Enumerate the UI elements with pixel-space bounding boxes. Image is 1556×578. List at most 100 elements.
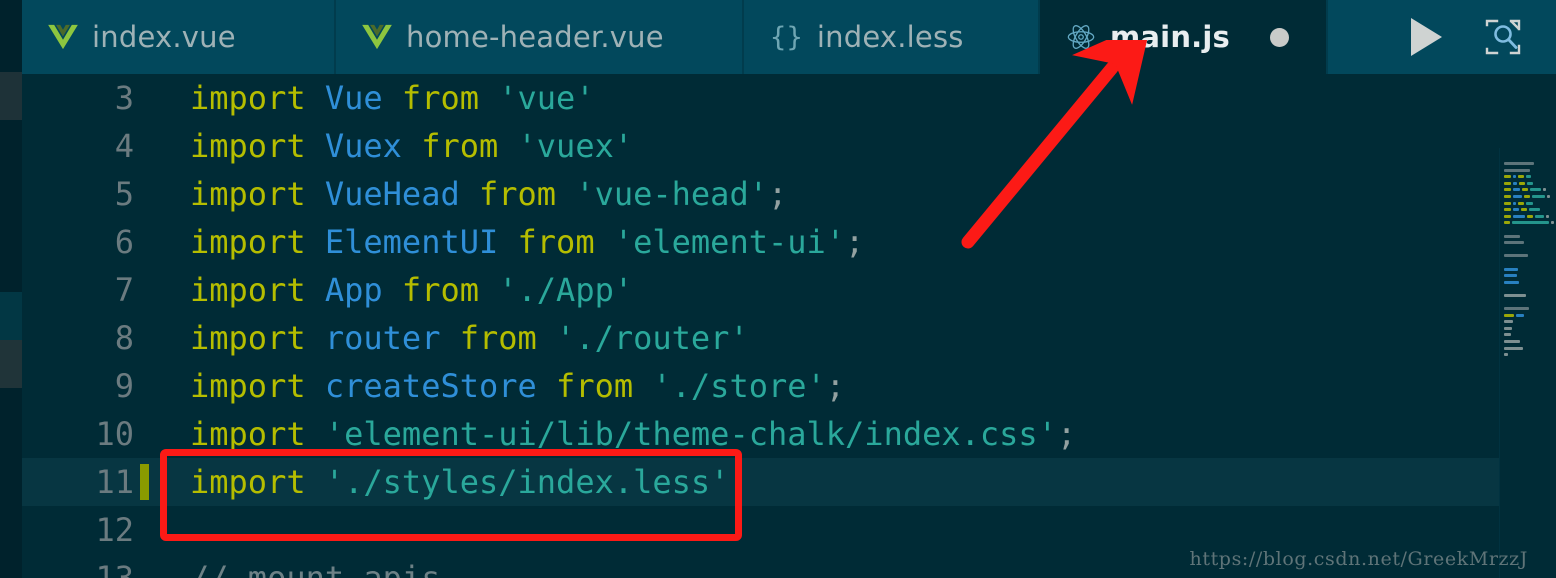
minimap-segment — [1504, 326, 1512, 330]
minimap-segment — [1526, 175, 1531, 179]
line-number: 13 — [95, 559, 134, 578]
minimap-segment — [1504, 320, 1513, 324]
code-line[interactable]: 3 import Vue from 'vue' — [22, 74, 1500, 122]
minimap-line — [1504, 320, 1554, 325]
code-line[interactable]: 10 import 'element-ui/lib/theme-chalk/ind… — [22, 410, 1500, 458]
activity-bar-block[interactable] — [0, 292, 22, 340]
minimap-segment — [1526, 201, 1533, 205]
line-number: 10 — [95, 415, 134, 453]
code-token: from — [382, 79, 499, 117]
code-text: import createStore from './store'; — [190, 362, 845, 410]
minimap-line — [1504, 333, 1554, 338]
watermark-text: https://blog.csdn.net/GreekMrzzJ — [1189, 548, 1528, 570]
minimap-segment — [1535, 214, 1544, 218]
minimap-line — [1504, 267, 1554, 273]
tab-index-vue[interactable]: index.vue — [22, 0, 336, 74]
minimap-line — [1504, 248, 1554, 253]
tab-home-header-vue[interactable]: home-header.vue — [336, 0, 744, 74]
code-token: 'element-ui/lib/theme-chalk/index.css' — [324, 415, 1057, 453]
minimap-line — [1504, 326, 1554, 332]
code-token: './store' — [652, 367, 826, 405]
code-token: import — [190, 79, 325, 117]
minimap-line — [1504, 313, 1554, 319]
code-token: VueHead — [324, 175, 460, 213]
minimap[interactable] — [1499, 148, 1556, 578]
code-text: import App from './App' — [190, 266, 633, 314]
text-cursor — [140, 464, 149, 500]
minimap-segment — [1504, 214, 1511, 218]
code-line[interactable]: 12 — [22, 506, 1500, 554]
minimap-segment — [1543, 188, 1546, 192]
unsaved-changes-dot-icon[interactable] — [1270, 27, 1289, 47]
minimap-segment — [1513, 188, 1520, 192]
tab-index-less[interactable]: {} index.less — [744, 0, 1040, 74]
minimap-line — [1504, 307, 1554, 312]
code-token: import — [190, 223, 325, 261]
code-text: // mount apis — [190, 554, 440, 578]
tab-main-js[interactable]: main.js — [1040, 0, 1328, 74]
editor-tab-bar: index.vue home-header.vue {} index.less — [22, 0, 1556, 74]
minimap-line — [1504, 280, 1554, 286]
minimap-segment — [1504, 201, 1511, 205]
play-run-icon[interactable] — [1411, 18, 1442, 56]
code-token: 'vue-head' — [575, 175, 768, 213]
minimap-segment — [1519, 181, 1525, 185]
minimap-segment — [1504, 175, 1511, 179]
open-preview-icon[interactable] — [1482, 16, 1524, 58]
activity-bar-block[interactable] — [0, 72, 22, 120]
minimap-segment — [1512, 221, 1550, 225]
minimap-segment — [1504, 313, 1514, 317]
minimap-segment — [1513, 175, 1516, 179]
code-lines[interactable]: 3 import Vue from 'vue' 4 import Vuex from … — [22, 74, 1500, 578]
line-number: 6 — [114, 223, 134, 261]
code-token: ElementUI — [324, 223, 499, 261]
editor-actions — [1411, 0, 1556, 74]
code-token: './styles/index.less' — [324, 463, 730, 501]
code-line[interactable]: 8 import router from './router' — [22, 314, 1500, 362]
vscode-window: index.vue home-header.vue {} index.less — [0, 0, 1556, 578]
line-number: 12 — [95, 511, 134, 549]
minimap-segment — [1530, 188, 1541, 192]
minimap-segment — [1532, 194, 1545, 198]
minimap-segment — [1504, 293, 1526, 297]
minimap-segment — [1513, 201, 1516, 205]
minimap-segment — [1524, 194, 1530, 198]
minimap-line — [1504, 208, 1554, 213]
code-line[interactable]: 4 import Vuex from 'vuex' — [22, 122, 1500, 170]
code-line[interactable]: 9 import createStore from './store'; — [22, 362, 1500, 410]
minimap-line — [1504, 254, 1554, 259]
activity-bar-strip[interactable] — [0, 0, 22, 578]
react-atom-icon — [1067, 25, 1095, 49]
code-token: Vuex — [324, 127, 402, 165]
minimap-line — [1504, 293, 1554, 299]
code-line[interactable]: 5 import VueHead from 'vue-head'; — [22, 170, 1500, 218]
line-number: 11 — [95, 463, 134, 501]
minimap-line — [1504, 274, 1554, 279]
code-line[interactable]: 11 import './styles/index.less' — [22, 458, 1500, 506]
minimap-line — [1504, 181, 1554, 187]
line-number: 4 — [114, 127, 134, 165]
minimap-segment — [1504, 188, 1511, 192]
minimap-segment — [1504, 307, 1529, 311]
minimap-segment — [1527, 181, 1533, 185]
code-line[interactable]: 7 import App from './App' — [22, 266, 1500, 314]
minimap-line — [1504, 234, 1554, 240]
code-token: ; — [1056, 415, 1077, 453]
minimap-segment — [1504, 221, 1511, 225]
tab-label: home-header.vue — [406, 20, 664, 54]
minimap-segment — [1516, 313, 1524, 317]
code-text: import ElementUI from 'element-ui'; — [190, 218, 864, 266]
minimap-segment — [1547, 194, 1550, 198]
minimap-line — [1504, 214, 1554, 220]
minimap-segment — [1513, 194, 1522, 198]
minimap-line — [1504, 340, 1554, 345]
code-token: import — [190, 415, 325, 453]
code-token: from — [536, 367, 653, 405]
code-editor[interactable]: 3 import Vue from 'vue' 4 import Vuex from … — [22, 74, 1556, 578]
code-line[interactable]: 6 import ElementUI from 'element-ui'; — [22, 218, 1500, 266]
minimap-segment — [1529, 208, 1540, 212]
tab-label: index.less — [816, 20, 964, 54]
minimap-line — [1504, 168, 1554, 174]
activity-bar-block[interactable] — [0, 340, 22, 388]
code-text: import router from './router' — [190, 314, 749, 362]
